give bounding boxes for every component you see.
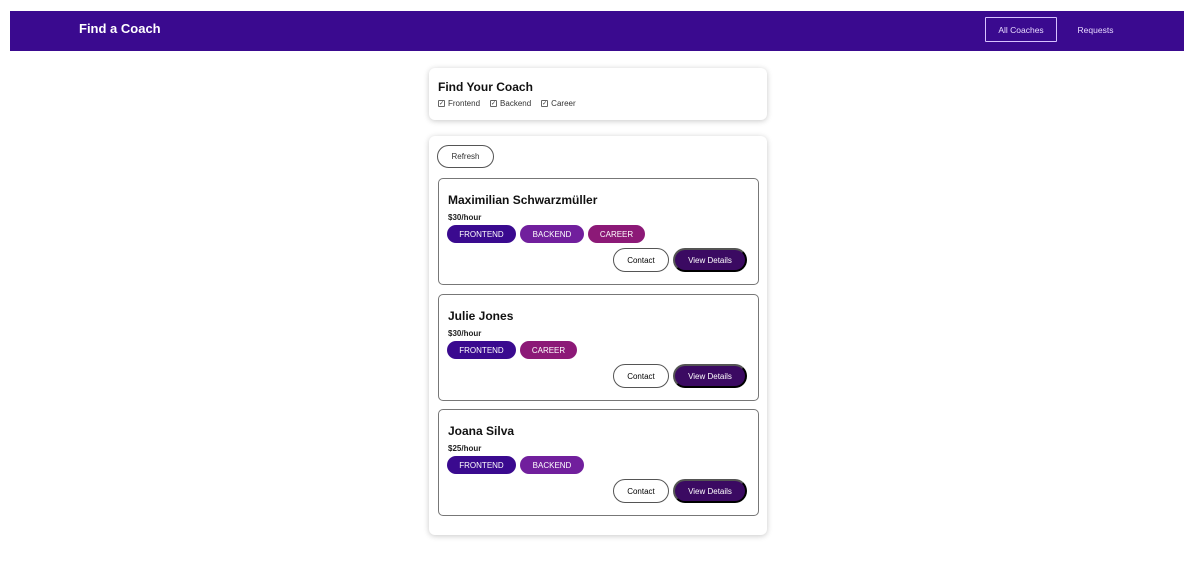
nav-all-coaches[interactable]: All Coaches (985, 17, 1057, 42)
view-details-button[interactable]: View Details (673, 248, 747, 272)
career-filter[interactable]: ✓ Career (541, 99, 576, 108)
backend-filter[interactable]: ✓ Backend (490, 99, 531, 108)
coach-list-card: Refresh Maximilian Schwarzmüller $30/hou… (429, 136, 767, 535)
coach-name: Maximilian Schwarzmüller (448, 193, 598, 207)
frontend-filter[interactable]: ✓ Frontend (438, 99, 480, 108)
career-badge: CAREER (588, 225, 645, 243)
career-badge: CAREER (520, 341, 577, 359)
area-badges: FRONTEND CAREER (447, 341, 577, 359)
coach-rate: $30/hour (448, 213, 482, 222)
area-badges: FRONTEND BACKEND (447, 456, 584, 474)
coach-name: Joana Silva (448, 424, 515, 438)
nav-requests[interactable]: Requests (1065, 17, 1126, 42)
frontend-badge: FRONTEND (447, 341, 516, 359)
backend-badge: BACKEND (520, 456, 584, 474)
view-details-button[interactable]: View Details (673, 364, 747, 388)
frontend-badge: FRONTEND (447, 225, 516, 243)
frontend-filter-label: Frontend (448, 99, 481, 108)
contact-button[interactable]: Contact (613, 479, 669, 503)
checkbox-checked-icon[interactable]: ✓ (541, 100, 549, 107)
frontend-badge: FRONTEND (447, 456, 516, 474)
checkbox-checked-icon[interactable]: ✓ (438, 100, 445, 107)
filter-card: Find Your Coach ✓ Frontend ✓ Backend ✓ C… (429, 68, 767, 120)
backend-badge: BACKEND (520, 225, 584, 243)
career-filter-label: Career (551, 99, 576, 108)
area-badges: FRONTEND BACKEND CAREER (447, 225, 645, 243)
view-details-button[interactable]: View Details (673, 479, 747, 503)
coach-name: Julie Jones (448, 309, 514, 323)
coach-card-maximilian: Maximilian Schwarzmüller $30/hour FRONTE… (438, 178, 759, 285)
coach-rate: $25/hour (448, 444, 482, 453)
filter-options: ✓ Frontend ✓ Backend ✓ Career (438, 99, 758, 108)
contact-button[interactable]: Contact (613, 248, 669, 272)
coach-card-joana: Joana Silva $25/hour FRONTEND BACKEND Co… (438, 409, 759, 516)
filter-title: Find Your Coach (438, 80, 533, 94)
checkbox-checked-icon[interactable]: ✓ (490, 100, 498, 107)
coach-rate: $30/hour (448, 329, 482, 338)
backend-filter-label: Backend (500, 99, 532, 108)
refresh-button[interactable]: Refresh (437, 145, 494, 168)
coach-card-julie: Julie Jones $30/hour FRONTEND CAREER Con… (438, 294, 759, 401)
top-header: Find a Coach All Coaches Requests (10, 11, 1184, 51)
brand-title[interactable]: Find a Coach (79, 21, 161, 36)
contact-button[interactable]: Contact (613, 364, 669, 388)
